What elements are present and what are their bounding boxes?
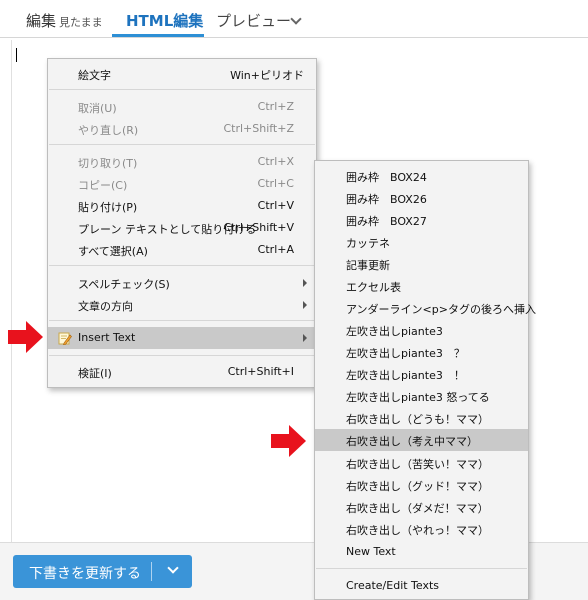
submenu-item[interactable]: 右吹き出し（どうも！ママ） xyxy=(315,407,528,429)
submenu-item-create-edit[interactable]: Create/Edit Texts xyxy=(315,575,528,597)
submenu-item-label: 右吹き出し（やれっ！ママ） xyxy=(346,524,489,537)
update-draft-label: 下書きを更新する xyxy=(29,566,141,582)
menu-item-copy[interactable]: コピー(C) Ctrl+C xyxy=(48,173,316,195)
menu-item-redo[interactable]: やり直し(R) Ctrl+Shift+Z xyxy=(48,118,316,140)
submenu-item[interactable]: アンダーライン<p>タグの後ろへ挿入 xyxy=(315,297,536,319)
submenu-item[interactable]: 右吹き出し（グッド！ママ） xyxy=(315,474,528,496)
submenu-item-highlighted[interactable]: 右吹き出し（考え中ママ） xyxy=(315,429,528,451)
submenu-item-label: 右吹き出し（ダメだ！ママ） xyxy=(346,502,489,515)
submenu-item-label: 左吹き出しpiante3 怒ってる xyxy=(346,391,490,404)
menu-item-label: 取消(U) xyxy=(78,102,117,115)
submenu-item-label: 左吹き出しpiante3 xyxy=(346,325,443,338)
submenu-item-label: 右吹き出し（グッド！ママ） xyxy=(346,480,489,493)
menu-separator xyxy=(49,265,315,266)
text-caret xyxy=(16,48,17,62)
menu-item-undo[interactable]: 取消(U) Ctrl+Z xyxy=(48,96,316,118)
button-separator xyxy=(151,562,152,581)
submenu-item[interactable]: 記事更新 xyxy=(315,253,528,275)
submenu-item-label: 囲み枠 BOX27 xyxy=(346,215,427,228)
submenu-item-label: 右吹き出し（考え中ママ） xyxy=(346,435,478,448)
submenu-arrow-icon xyxy=(303,334,307,342)
context-menu: 絵文字 Win+ピリオド 取消(U) Ctrl+Z やり直し(R) Ctrl+S… xyxy=(47,58,317,388)
menu-item-shortcut: Win+ピリオド xyxy=(230,69,304,82)
menu-item-inspect[interactable]: 検証(I) Ctrl+Shift+I xyxy=(48,361,316,383)
submenu-item-label: 囲み枠 BOX26 xyxy=(346,193,427,206)
menu-item-label: 文章の方向 xyxy=(78,300,133,313)
submenu-item-label: 右吹き出し（苦笑い！ママ） xyxy=(346,458,489,471)
submenu-item-label: 左吹き出しpiante3 ！ xyxy=(346,369,465,382)
submenu-item[interactable]: 左吹き出しpiante3 ？ xyxy=(315,341,528,363)
submenu-item[interactable]: 囲み枠 BOX27 xyxy=(315,209,528,231)
red-arrow-icon xyxy=(271,425,306,457)
submenu-item[interactable]: 右吹き出し（やれっ！ママ） xyxy=(315,518,528,540)
menu-item-shortcut: Ctrl+Shift+I xyxy=(227,365,294,378)
submenu-item[interactable]: 右吹き出し（苦笑い！ママ） xyxy=(315,452,528,474)
menu-item-insert-text[interactable]: Insert Text xyxy=(48,327,316,349)
tab-html-edit[interactable]: HTML編集 xyxy=(126,10,203,31)
submenu-item[interactable]: カッテネ xyxy=(315,231,528,253)
submenu-item-label: 左吹き出しpiante3 ？ xyxy=(346,347,465,360)
submenu-item-label: アンダーライン<p>タグの後ろへ挿入 xyxy=(346,303,536,316)
menu-item-label: Insert Text xyxy=(78,331,136,344)
menu-item-label: 切り取り(T) xyxy=(78,157,138,170)
submenu-item-label: エクセル表 xyxy=(346,281,401,294)
menu-separator xyxy=(49,320,315,321)
submenu-arrow-icon xyxy=(303,279,307,287)
submenu-item[interactable]: エクセル表 xyxy=(315,275,528,297)
menu-separator xyxy=(316,568,527,569)
menu-separator xyxy=(49,89,315,90)
menu-item-shortcut: Ctrl+X xyxy=(257,155,294,168)
menu-item-shortcut: Ctrl+Shift+Z xyxy=(223,122,294,135)
submenu-item[interactable]: 右吹き出し（ダメだ！ママ） xyxy=(315,496,528,518)
submenu-item-label: 右吹き出し（どうも！ママ） xyxy=(346,413,489,426)
tabbar-divider xyxy=(0,37,588,38)
menu-item-label: コピー(C) xyxy=(78,179,128,192)
tab-visual-edit-label: 編集 xyxy=(26,12,57,30)
menu-separator xyxy=(49,144,315,145)
menu-item-label: やり直し(R) xyxy=(78,124,139,137)
menu-item-label: 絵文字 xyxy=(78,69,111,82)
menu-item-select-all[interactable]: すべて選択(A) Ctrl+A xyxy=(48,239,316,261)
menu-item-cut[interactable]: 切り取り(T) Ctrl+X xyxy=(48,151,316,173)
menu-item-emoji[interactable]: 絵文字 Win+ピリオド xyxy=(48,63,316,85)
submenu-item[interactable]: 左吹き出しpiante3 ！ xyxy=(315,363,528,385)
insert-text-submenu: 囲み枠 BOX24 囲み枠 BOX26 囲み枠 BOX27 カッテネ 記事更新 … xyxy=(314,160,536,600)
menu-item-shortcut: Ctrl+Shift+V xyxy=(223,221,294,234)
submenu-item-label: Create/Edit Texts xyxy=(346,579,440,592)
submenu-item-label: カッテネ xyxy=(346,237,390,250)
submenu-item-label: New Text xyxy=(346,545,396,558)
menu-item-label: スペルチェック(S) xyxy=(78,278,170,291)
submenu-item-new-text[interactable]: New Text xyxy=(315,541,528,563)
menu-item-paste-plain[interactable]: プレーン テキストとして貼り付ける Ctrl+Shift+V xyxy=(48,217,316,239)
submenu-item-label: 囲み枠 BOX24 xyxy=(346,171,427,184)
menu-item-paste[interactable]: 貼り付け(P) Ctrl+V xyxy=(48,195,316,217)
menu-item-label: 検証(I) xyxy=(78,367,112,380)
submenu-item[interactable]: 左吹き出しpiante3 xyxy=(315,319,528,341)
menu-item-spellcheck[interactable]: スペルチェック(S) xyxy=(48,272,316,294)
menu-item-shortcut: Ctrl+A xyxy=(257,243,294,256)
menu-item-text-direction[interactable]: 文章の方向 xyxy=(48,294,316,316)
menu-item-label: すべて選択(A) xyxy=(78,245,148,258)
submenu-item[interactable]: 囲み枠 BOX26 xyxy=(315,187,528,209)
submenu-item-label: 記事更新 xyxy=(346,259,390,272)
submenu-arrow-icon xyxy=(303,301,307,309)
tab-visual-edit[interactable]: 編集 見たまま xyxy=(26,10,103,31)
menu-item-shortcut: Ctrl+Z xyxy=(257,100,294,113)
menu-item-shortcut: Ctrl+C xyxy=(257,177,294,190)
menu-item-label: 貼り付け(P) xyxy=(78,201,138,214)
chevron-down-icon[interactable] xyxy=(290,13,302,25)
menu-separator xyxy=(49,355,315,356)
menu-item-shortcut: Ctrl+V xyxy=(257,199,294,212)
update-draft-button[interactable]: 下書きを更新する xyxy=(13,555,192,588)
red-arrow-icon xyxy=(8,321,43,353)
tab-visual-edit-sub: 見たまま xyxy=(59,16,103,29)
submenu-item[interactable]: 囲み枠 BOX24 xyxy=(315,165,528,187)
submenu-item[interactable]: 左吹き出しpiante3 怒ってる xyxy=(315,385,528,407)
pencil-note-icon xyxy=(58,332,72,345)
chevron-down-icon[interactable] xyxy=(167,562,179,574)
tab-preview[interactable]: プレビュー xyxy=(216,10,291,31)
editor-tabbar: 編集 見たまま HTML編集 プレビュー xyxy=(0,0,588,38)
